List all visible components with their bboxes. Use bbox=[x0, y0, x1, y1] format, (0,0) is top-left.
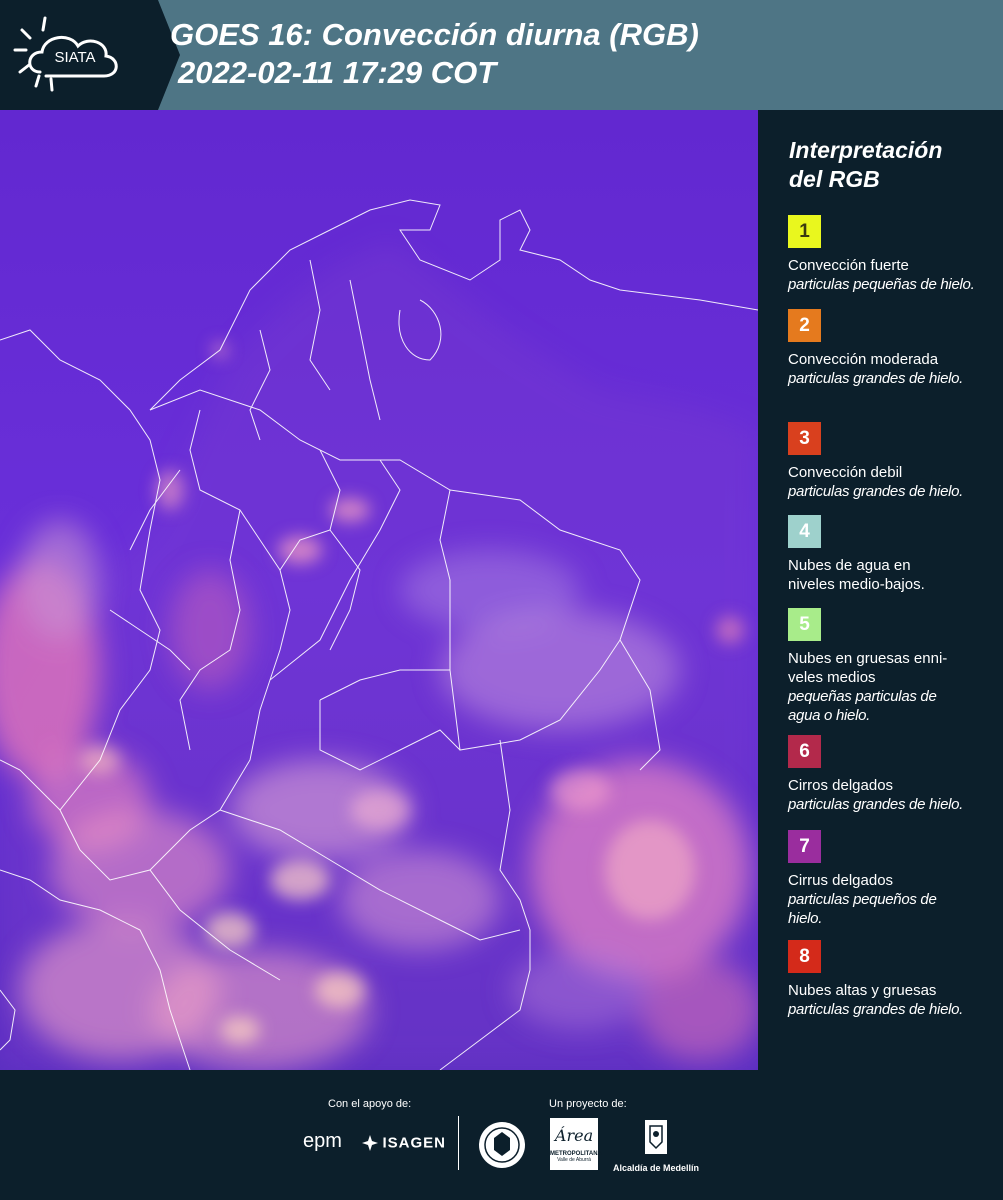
legend-main-text: Convección moderada bbox=[788, 351, 939, 368]
legend-main-text: Cirros delgados bbox=[788, 777, 894, 794]
legend-num: 5 bbox=[799, 613, 810, 635]
legend-main-text: Nubes de agua en niveles medio-bajos. bbox=[788, 557, 925, 593]
legend-item-6: 6 Cirros delgados particulas grandes de … bbox=[788, 735, 998, 814]
sun-cloud-icon: SIATA bbox=[13, 16, 118, 92]
alcaldia-logo: Alcaldía de Medellín bbox=[612, 1118, 700, 1173]
alcaldia-name: Alcaldía de Medellín bbox=[612, 1163, 700, 1173]
title-product: GOES 16: Convección diurna (RGB) bbox=[170, 17, 699, 52]
legend-swatch-2: 2 bbox=[788, 309, 821, 342]
support-label: Con el apoyo de: bbox=[328, 1098, 412, 1110]
legend-main-text: Convección debil bbox=[788, 464, 903, 481]
legend-title-line2: del RGB bbox=[789, 166, 880, 192]
legend-title-line1: Interpretación bbox=[789, 137, 943, 163]
legend-num: 2 bbox=[799, 314, 810, 336]
epm-logo-text: epm bbox=[303, 1130, 342, 1152]
legend-item-2: 2 Convección moderada particulas grandes… bbox=[788, 309, 998, 388]
legend-num: 7 bbox=[799, 835, 810, 857]
medellin-seal bbox=[477, 1120, 527, 1175]
legend-swatch-8: 8 bbox=[788, 940, 821, 973]
legend-title: Interpretación del RGB bbox=[789, 136, 942, 194]
legend-sub-text: particulas pequeñas de hielo. bbox=[788, 276, 975, 293]
legend-swatch-4: 4 bbox=[788, 515, 821, 548]
legend-sub-text: particulas grandes de hielo. bbox=[788, 483, 964, 500]
legend-main-text: Cirrus delgados bbox=[788, 872, 894, 889]
isagen-logo: ISAGEN bbox=[362, 1134, 446, 1152]
seal-icon bbox=[479, 1122, 525, 1168]
legend-swatch-5: 5 bbox=[788, 608, 821, 641]
legend-sub-text: particulas pequeños de hielo. bbox=[788, 891, 937, 927]
legend-swatch-6: 6 bbox=[788, 735, 821, 768]
legend-sub-text: particulas grandes de hielo. bbox=[788, 796, 964, 813]
legend-swatch-3: 3 bbox=[788, 422, 821, 455]
coat-of-arms-icon bbox=[645, 1120, 667, 1154]
epm-logo: epm bbox=[303, 1130, 342, 1153]
area-metropolitana-logo: Área METROPOLITANA Valle de Aburrá bbox=[550, 1118, 602, 1170]
legend-main-text: Nubes altas y gruesas bbox=[788, 982, 937, 999]
title-datetime: 2022-02-11 17:29 COT bbox=[178, 55, 497, 90]
project-label: Un proyecto de: bbox=[549, 1098, 627, 1110]
legend-swatch-7: 7 bbox=[788, 830, 821, 863]
legend-num: 6 bbox=[799, 740, 810, 762]
legend-sub-text: pequeñas particulas de agua o hielo. bbox=[788, 688, 937, 724]
legend-num: 1 bbox=[799, 220, 810, 242]
header: SIATA GOES 16: Convección diurna (RGB) 2… bbox=[0, 0, 1003, 110]
legend-main-text: Nubes en gruesas enni-veles medios bbox=[788, 650, 948, 686]
legend-swatch-1: 1 bbox=[788, 215, 821, 248]
area-script: Área bbox=[554, 1126, 594, 1145]
legend-sub-text: particulas grandes de hielo. bbox=[788, 1001, 964, 1018]
legend-num: 8 bbox=[799, 945, 810, 967]
footer: Con el apoyo de: Un proyecto de: epm ISA… bbox=[0, 1070, 1003, 1200]
legend-item-3: 3 Convección debil particulas grandes de… bbox=[788, 422, 998, 501]
legend-item-1: 1 Convección fuerte particulas pequeñas … bbox=[788, 215, 998, 294]
rgb-legend: Interpretación del RGB 1 Convección fuer… bbox=[760, 110, 1003, 1070]
siata-logo: SIATA bbox=[0, 0, 180, 110]
isagen-logo-text: ISAGEN bbox=[382, 1134, 446, 1152]
legend-main-text: Convección fuerte bbox=[788, 257, 909, 274]
legend-item-8: 8 Nubes altas y gruesas particulas grand… bbox=[788, 940, 998, 1019]
legend-item-5: 5 Nubes en gruesas enni-veles medios peq… bbox=[788, 608, 998, 725]
legend-num: 3 bbox=[799, 427, 810, 449]
legend-sub-text: particulas grandes de hielo. bbox=[788, 370, 964, 387]
logo-text: SIATA bbox=[54, 49, 95, 66]
footer-divider bbox=[458, 1116, 459, 1170]
page-title: GOES 16: Convección diurna (RGB) 2022-02… bbox=[170, 16, 699, 92]
satellite-image bbox=[0, 110, 758, 1070]
isagen-icon bbox=[362, 1134, 378, 1151]
legend-item-7: 7 Cirrus delgados particulas pequeños de… bbox=[788, 830, 998, 928]
area-sub: Valle de Aburrá bbox=[557, 1157, 591, 1163]
satellite-map bbox=[0, 110, 758, 1070]
legend-item-4: 4 Nubes de agua en niveles medio-bajos. bbox=[788, 515, 998, 594]
legend-num: 4 bbox=[799, 520, 810, 542]
